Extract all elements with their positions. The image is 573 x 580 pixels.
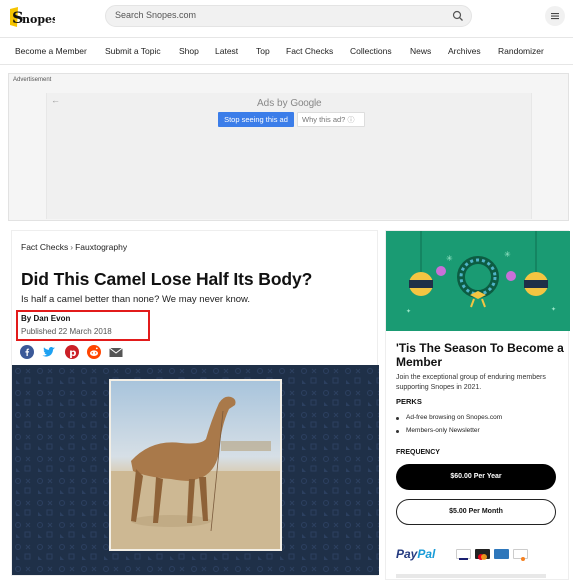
site-header: S nopes Search Snopes.com: [0, 0, 573, 36]
svg-text:✦: ✦: [406, 308, 411, 315]
article-subtitle: Is half a camel better than none? We may…: [21, 294, 251, 305]
why-this-ad-label: Why this ad?: [302, 115, 346, 124]
nav-item-fact-checks[interactable]: Fact Checks: [286, 46, 333, 56]
amex-icon: [494, 549, 509, 559]
main-nav: Become a Member Submit a Topic Shop Late…: [0, 37, 573, 65]
info-icon: ⓘ: [347, 117, 355, 124]
svg-text:nopes: nopes: [22, 13, 55, 26]
nav-item-latest[interactable]: Latest: [215, 46, 238, 56]
ads-by-text: Ads by: [257, 98, 288, 109]
monthly-membership-button[interactable]: $5.00 Per Month: [396, 499, 556, 525]
nav-item-shop[interactable]: Shop: [179, 46, 199, 56]
promo-title: 'Tis The Season To Become a Member: [396, 341, 564, 369]
breadcrumb-fauxtography[interactable]: Fauxtography: [75, 242, 127, 252]
truncated-text-line: [396, 574, 546, 578]
discover-icon: [513, 549, 528, 561]
menu-button[interactable]: [545, 6, 565, 26]
svg-text:p: p: [69, 348, 76, 359]
camel-illustration: [111, 381, 280, 549]
perks-heading: PERKS: [396, 397, 422, 406]
mastercard-icon: [475, 549, 490, 560]
facebook-icon[interactable]: [20, 345, 34, 359]
search-input[interactable]: Search Snopes.com: [105, 5, 472, 27]
pinterest-icon[interactable]: p: [65, 345, 79, 359]
visa-icon: [456, 549, 471, 560]
breadcrumb-fact-checks[interactable]: Fact Checks: [21, 242, 68, 252]
back-arrow-icon[interactable]: ←: [51, 95, 60, 105]
article-title: Did This Camel Lose Half Its Body?: [21, 269, 313, 289]
breadcrumb-separator: ›: [70, 242, 74, 252]
reddit-icon[interactable]: [87, 345, 101, 359]
yearly-membership-button[interactable]: $60.00 Per Year: [396, 464, 556, 490]
ad-frame: ← Ads by Google Stop seeing this ad Why …: [46, 93, 532, 219]
holiday-promo-banner: ✳ ✳ ✦ ✦: [386, 231, 570, 331]
ads-by-google: Ads by Google: [257, 98, 322, 109]
nav-item-become-a-member[interactable]: Become a Member: [15, 46, 87, 56]
search-icon[interactable]: [452, 10, 464, 22]
paypal-pay: Pay: [396, 547, 418, 561]
nav-item-news[interactable]: News: [410, 46, 431, 56]
nav-item-archives[interactable]: Archives: [448, 46, 481, 56]
nav-item-submit-a-topic[interactable]: Submit a Topic: [105, 46, 161, 56]
advertisement-box: Advertisement ← Ads by Google Stop seein…: [8, 73, 569, 221]
membership-sidebar: ✳ ✳ ✦ ✦ 'Tis The Season To Become a Memb…: [385, 230, 570, 580]
camel-photo: [109, 379, 282, 551]
email-icon[interactable]: [109, 345, 123, 359]
hamburger-icon: [551, 13, 559, 20]
svg-text:✳: ✳: [504, 250, 511, 259]
author-byline[interactable]: By Dan Evon: [21, 314, 70, 323]
search-placeholder: Search Snopes.com: [115, 10, 197, 20]
google-text: Google: [290, 98, 322, 109]
frequency-heading: FREQUENCY: [396, 449, 440, 456]
why-this-ad-button[interactable]: Why this ad? ⓘ: [297, 112, 365, 127]
perk-item: Members-only Newsletter: [406, 427, 480, 434]
article-card: Fact Checks › Fauxtography Did This Camel …: [11, 230, 379, 576]
published-date: Published 22 March 2018: [21, 327, 112, 336]
hero-image: [12, 365, 379, 575]
paypal-pal: Pal: [417, 547, 436, 561]
bullet-dot: [396, 430, 399, 433]
bullet-dot: [396, 417, 399, 420]
breadcrumb: Fact Checks › Fauxtography: [21, 242, 127, 252]
svg-text:✦: ✦: [551, 306, 556, 313]
perk-item: Ad-free browsing on Snopes.com: [406, 414, 503, 421]
stop-seeing-ad-button[interactable]: Stop seeing this ad: [218, 112, 294, 127]
svg-text:✳: ✳: [446, 254, 453, 263]
paypal-logo[interactable]: PayPal: [396, 547, 435, 561]
nav-item-top[interactable]: Top: [256, 46, 270, 56]
promo-description: Join the exceptional group of enduring m…: [396, 374, 546, 391]
twitter-icon[interactable]: [42, 345, 56, 359]
snopes-logo[interactable]: S nopes: [9, 5, 58, 29]
ornaments-illustration: ✳ ✳ ✦ ✦: [406, 231, 556, 315]
ad-label: Advertisement: [13, 77, 52, 83]
nav-item-collections[interactable]: Collections: [350, 46, 392, 56]
nav-item-randomizer[interactable]: Randomizer: [498, 46, 544, 56]
